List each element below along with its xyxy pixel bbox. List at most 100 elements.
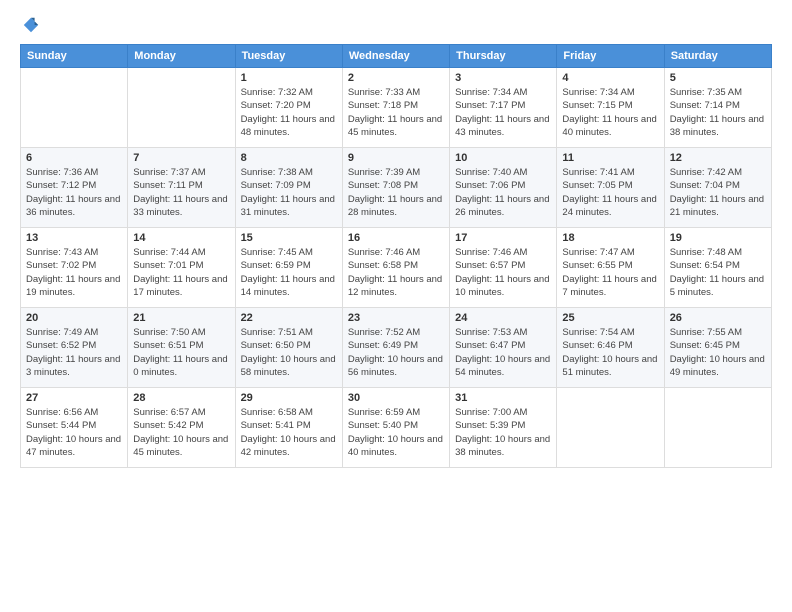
- day-header: Tuesday: [235, 45, 342, 68]
- day-number: 9: [348, 152, 444, 164]
- week-row: 20 Sunrise: 7:49 AM Sunset: 6:52 PM Dayli…: [21, 308, 772, 388]
- day-number: 20: [26, 312, 122, 324]
- day-info: Sunrise: 7:43 AM Sunset: 7:02 PM Dayligh…: [26, 246, 122, 299]
- calendar-cell: 30 Sunrise: 6:59 AM Sunset: 5:40 PM Dayli…: [342, 388, 449, 468]
- day-header: Saturday: [664, 45, 771, 68]
- day-info: Sunrise: 6:57 AM Sunset: 5:42 PM Dayligh…: [133, 406, 229, 459]
- day-header: Thursday: [450, 45, 557, 68]
- day-number: 15: [241, 232, 337, 244]
- day-info: Sunrise: 7:35 AM Sunset: 7:14 PM Dayligh…: [670, 86, 766, 139]
- calendar-cell: [557, 388, 664, 468]
- day-header: Monday: [128, 45, 235, 68]
- calendar-cell: 16Sunrise: 7:46 AM Sunset: 6:58 PM Dayli…: [342, 228, 449, 308]
- calendar-cell: 19Sunrise: 7:48 AM Sunset: 6:54 PM Dayli…: [664, 228, 771, 308]
- day-number: 8: [241, 152, 337, 164]
- calendar-cell: 12 Sunrise: 7:42 AM Sunset: 7:04 PM Dayli…: [664, 148, 771, 228]
- page: SundayMondayTuesdayWednesdayThursdayFrid…: [0, 0, 792, 612]
- calendar-cell: 8 Sunrise: 7:38 AM Sunset: 7:09 PM Daylig…: [235, 148, 342, 228]
- day-info: Sunrise: 7:49 AM Sunset: 6:52 PM Dayligh…: [26, 326, 122, 379]
- week-row: 27Sunrise: 6:56 AM Sunset: 5:44 PM Dayli…: [21, 388, 772, 468]
- day-info: Sunrise: 7:42 AM Sunset: 7:04 PM Dayligh…: [670, 166, 766, 219]
- day-info: Sunrise: 7:00 AM Sunset: 5:39 PM Dayligh…: [455, 406, 551, 459]
- calendar-cell: 24Sunrise: 7:53 AM Sunset: 6:47 PM Dayli…: [450, 308, 557, 388]
- calendar-cell: 27Sunrise: 6:56 AM Sunset: 5:44 PM Dayli…: [21, 388, 128, 468]
- day-number: 29: [241, 392, 337, 404]
- day-info: Sunrise: 7:51 AM Sunset: 6:50 PM Dayligh…: [241, 326, 337, 379]
- day-info: Sunrise: 7:53 AM Sunset: 6:47 PM Dayligh…: [455, 326, 551, 379]
- day-number: 7: [133, 152, 229, 164]
- calendar-cell: 15 Sunrise: 7:45 AM Sunset: 6:59 PM Dayli…: [235, 228, 342, 308]
- day-number: 11: [562, 152, 658, 164]
- calendar-cell: 6 Sunrise: 7:36 AM Sunset: 7:12 PM Daylig…: [21, 148, 128, 228]
- day-info: Sunrise: 7:38 AM Sunset: 7:09 PM Dayligh…: [241, 166, 337, 219]
- calendar-cell: [664, 388, 771, 468]
- day-number: 13: [26, 232, 122, 244]
- calendar-cell: 29 Sunrise: 6:58 AM Sunset: 5:41 PM Dayli…: [235, 388, 342, 468]
- calendar-cell: 22 Sunrise: 7:51 AM Sunset: 6:50 PM Dayli…: [235, 308, 342, 388]
- day-header: Friday: [557, 45, 664, 68]
- week-row: 6 Sunrise: 7:36 AM Sunset: 7:12 PM Daylig…: [21, 148, 772, 228]
- day-header: Sunday: [21, 45, 128, 68]
- calendar-table: SundayMondayTuesdayWednesdayThursdayFrid…: [20, 44, 772, 468]
- calendar-cell: 17Sunrise: 7:46 AM Sunset: 6:57 PM Dayli…: [450, 228, 557, 308]
- calendar-cell: 13 Sunrise: 7:43 AM Sunset: 7:02 PM Dayli…: [21, 228, 128, 308]
- day-number: 3: [455, 72, 551, 84]
- day-number: 25: [562, 312, 658, 324]
- calendar-cell: 3 Sunrise: 7:34 AM Sunset: 7:17 PM Daylig…: [450, 68, 557, 148]
- calendar-cell: [128, 68, 235, 148]
- day-info: Sunrise: 7:40 AM Sunset: 7:06 PM Dayligh…: [455, 166, 551, 219]
- day-info: Sunrise: 7:33 AM Sunset: 7:18 PM Dayligh…: [348, 86, 444, 139]
- logo-icon: [22, 16, 40, 34]
- day-number: 31: [455, 392, 551, 404]
- day-header: Wednesday: [342, 45, 449, 68]
- header-row: SundayMondayTuesdayWednesdayThursdayFrid…: [21, 45, 772, 68]
- day-info: Sunrise: 6:59 AM Sunset: 5:40 PM Dayligh…: [348, 406, 444, 459]
- calendar-cell: 7Sunrise: 7:37 AM Sunset: 7:11 PM Daylig…: [128, 148, 235, 228]
- day-number: 22: [241, 312, 337, 324]
- header: [20, 16, 772, 34]
- calendar-cell: 21 Sunrise: 7:50 AM Sunset: 6:51 PM Dayli…: [128, 308, 235, 388]
- calendar-cell: 5Sunrise: 7:35 AM Sunset: 7:14 PM Daylig…: [664, 68, 771, 148]
- day-info: Sunrise: 7:34 AM Sunset: 7:15 PM Dayligh…: [562, 86, 658, 139]
- calendar-cell: [21, 68, 128, 148]
- day-number: 23: [348, 312, 444, 324]
- day-number: 18: [562, 232, 658, 244]
- day-number: 10: [455, 152, 551, 164]
- day-info: Sunrise: 6:56 AM Sunset: 5:44 PM Dayligh…: [26, 406, 122, 459]
- day-info: Sunrise: 7:54 AM Sunset: 6:46 PM Dayligh…: [562, 326, 658, 379]
- calendar-cell: 4 Sunrise: 7:34 AM Sunset: 7:15 PM Daylig…: [557, 68, 664, 148]
- day-info: Sunrise: 7:50 AM Sunset: 6:51 PM Dayligh…: [133, 326, 229, 379]
- calendar-cell: 18 Sunrise: 7:47 AM Sunset: 6:55 PM Dayli…: [557, 228, 664, 308]
- day-info: Sunrise: 7:41 AM Sunset: 7:05 PM Dayligh…: [562, 166, 658, 219]
- day-info: Sunrise: 7:55 AM Sunset: 6:45 PM Dayligh…: [670, 326, 766, 379]
- logo: [20, 16, 40, 34]
- day-number: 17: [455, 232, 551, 244]
- day-number: 1: [241, 72, 337, 84]
- calendar-cell: 20 Sunrise: 7:49 AM Sunset: 6:52 PM Dayli…: [21, 308, 128, 388]
- day-info: Sunrise: 7:45 AM Sunset: 6:59 PM Dayligh…: [241, 246, 337, 299]
- day-info: Sunrise: 7:44 AM Sunset: 7:01 PM Dayligh…: [133, 246, 229, 299]
- day-info: Sunrise: 7:47 AM Sunset: 6:55 PM Dayligh…: [562, 246, 658, 299]
- day-number: 30: [348, 392, 444, 404]
- day-number: 12: [670, 152, 766, 164]
- day-number: 6: [26, 152, 122, 164]
- calendar-cell: 25 Sunrise: 7:54 AM Sunset: 6:46 PM Dayli…: [557, 308, 664, 388]
- calendar-cell: 31 Sunrise: 7:00 AM Sunset: 5:39 PM Dayli…: [450, 388, 557, 468]
- calendar-cell: 9 Sunrise: 7:39 AM Sunset: 7:08 PM Daylig…: [342, 148, 449, 228]
- day-info: Sunrise: 6:58 AM Sunset: 5:41 PM Dayligh…: [241, 406, 337, 459]
- day-info: Sunrise: 7:32 AM Sunset: 7:20 PM Dayligh…: [241, 86, 337, 139]
- day-info: Sunrise: 7:34 AM Sunset: 7:17 PM Dayligh…: [455, 86, 551, 139]
- day-info: Sunrise: 7:52 AM Sunset: 6:49 PM Dayligh…: [348, 326, 444, 379]
- day-info: Sunrise: 7:48 AM Sunset: 6:54 PM Dayligh…: [670, 246, 766, 299]
- calendar-cell: 1 Sunrise: 7:32 AM Sunset: 7:20 PM Daylig…: [235, 68, 342, 148]
- day-number: 26: [670, 312, 766, 324]
- day-number: 28: [133, 392, 229, 404]
- day-number: 2: [348, 72, 444, 84]
- calendar-cell: 23 Sunrise: 7:52 AM Sunset: 6:49 PM Dayli…: [342, 308, 449, 388]
- day-number: 21: [133, 312, 229, 324]
- day-number: 14: [133, 232, 229, 244]
- calendar-cell: 2 Sunrise: 7:33 AM Sunset: 7:18 PM Daylig…: [342, 68, 449, 148]
- day-info: Sunrise: 7:36 AM Sunset: 7:12 PM Dayligh…: [26, 166, 122, 219]
- day-info: Sunrise: 7:39 AM Sunset: 7:08 PM Dayligh…: [348, 166, 444, 219]
- day-number: 4: [562, 72, 658, 84]
